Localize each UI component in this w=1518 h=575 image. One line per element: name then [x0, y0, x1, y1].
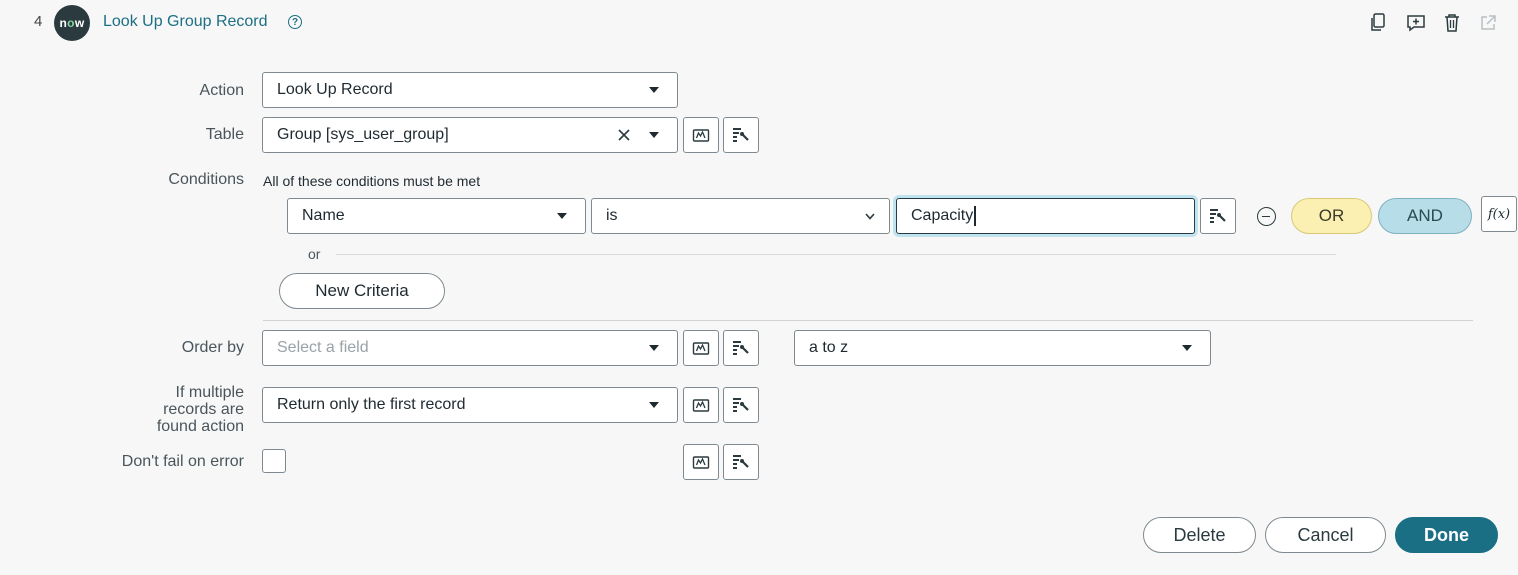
- condition-operator-select[interactable]: is: [591, 198, 890, 234]
- section-divider: [263, 320, 1473, 321]
- done-button[interactable]: Done: [1395, 517, 1498, 553]
- caret-down-icon: [649, 132, 659, 138]
- remove-condition-icon[interactable]: [1257, 207, 1276, 226]
- data-pill-picker-button[interactable]: [723, 330, 759, 366]
- and-button[interactable]: AND: [1378, 198, 1472, 234]
- add-comment-icon[interactable]: [1405, 12, 1427, 34]
- cancel-button[interactable]: Cancel: [1265, 517, 1386, 553]
- script-icon: [692, 342, 710, 355]
- order-direction-value: a to z: [809, 339, 849, 356]
- caret-down-icon: [649, 345, 659, 351]
- external-link-icon[interactable]: [1477, 12, 1499, 34]
- condition-data-pill-button[interactable]: [1200, 198, 1236, 234]
- condition-field-value: Name: [302, 207, 345, 224]
- logo-text-w: w: [74, 16, 85, 30]
- logo-text-n: n: [59, 16, 68, 30]
- copy-icon[interactable]: [1367, 12, 1389, 34]
- script-toggle-button[interactable]: [683, 444, 719, 480]
- step-title[interactable]: Look Up Group Record: [103, 13, 268, 31]
- multiple-label-line-2: records are: [163, 401, 244, 418]
- multiple-records-select[interactable]: Return only the first record: [262, 387, 678, 423]
- condition-value-text: Capacity: [911, 207, 974, 225]
- dont-fail-label: Don't fail on error: [121, 453, 244, 470]
- order-direction-select[interactable]: a to z: [794, 330, 1211, 366]
- data-pill-icon: [733, 341, 749, 355]
- conditions-label: Conditions: [168, 171, 244, 188]
- multiple-records-label: If multiple records are found action: [157, 384, 244, 435]
- condition-operator-value: is: [606, 207, 618, 224]
- caret-down-icon: [649, 87, 659, 93]
- order-by-select[interactable]: Select a field: [262, 330, 678, 366]
- script-toggle-button[interactable]: [683, 330, 719, 366]
- multiple-records-value: Return only the first record: [277, 396, 466, 413]
- text-cursor: [974, 206, 976, 226]
- new-criteria-button[interactable]: New Criteria: [279, 273, 445, 309]
- script-icon: [692, 129, 710, 142]
- delete-button[interactable]: Delete: [1143, 517, 1256, 553]
- table-label: Table: [205, 126, 244, 143]
- action-select[interactable]: Look Up Record: [262, 72, 678, 108]
- caret-down-icon: [1182, 345, 1192, 351]
- script-toggle-button[interactable]: [683, 387, 719, 423]
- multiple-label-line-3: found action: [156, 418, 244, 435]
- or-button[interactable]: OR: [1291, 198, 1372, 234]
- script-icon: [692, 399, 710, 412]
- data-pill-picker-button[interactable]: [723, 387, 759, 423]
- data-pill-icon: [1210, 209, 1226, 223]
- or-separator: or: [308, 246, 321, 262]
- order-by-placeholder: Select a field: [277, 339, 369, 356]
- caret-down-icon: [557, 213, 567, 219]
- data-pill-icon: [733, 128, 749, 142]
- script-icon: [692, 456, 710, 469]
- condition-field-select[interactable]: Name: [287, 198, 586, 234]
- condition-value-input[interactable]: Capacity: [896, 198, 1195, 234]
- clear-icon[interactable]: [617, 128, 631, 142]
- servicenow-logo: now: [54, 5, 90, 41]
- action-value: Look Up Record: [277, 81, 393, 98]
- data-pill-picker-button[interactable]: [723, 444, 759, 480]
- data-pill-icon: [733, 398, 749, 412]
- trash-icon[interactable]: [1441, 12, 1463, 34]
- data-pill-picker-button[interactable]: [723, 117, 759, 153]
- multiple-label-line-1: If multiple: [175, 384, 244, 401]
- data-pill-icon: [733, 455, 749, 469]
- or-separator-line: [336, 254, 1336, 255]
- dont-fail-checkbox[interactable]: [262, 449, 286, 473]
- caret-down-icon: [649, 402, 659, 408]
- logo-text-o: o: [67, 16, 75, 30]
- action-label: Action: [199, 82, 244, 99]
- table-value: Group [sys_user_group]: [277, 126, 449, 143]
- step-number: 4: [34, 13, 43, 30]
- order-by-label: Order by: [181, 339, 244, 356]
- fx-button[interactable]: f(x): [1481, 196, 1517, 232]
- conditions-heading: All of these conditions must be met: [263, 173, 481, 189]
- script-toggle-button[interactable]: [683, 117, 719, 153]
- chevron-down-icon: [865, 213, 875, 220]
- table-select[interactable]: Group [sys_user_group]: [262, 117, 678, 153]
- question-circle-icon[interactable]: ?: [288, 15, 302, 29]
